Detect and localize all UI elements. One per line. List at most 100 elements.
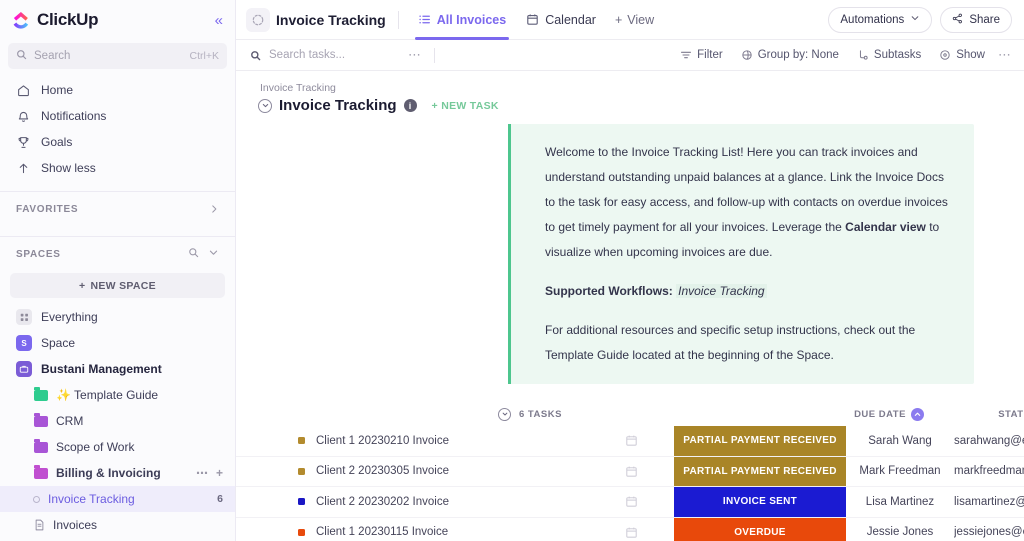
sidebar-item-space[interactable]: S Space [0,330,235,356]
new-task-button[interactable]: + NEW TASK [432,100,499,112]
show-button[interactable]: Show [930,40,994,71]
task-name-cell[interactable]: Client 2 20230202 Invoice [236,487,588,517]
email-value: jessiejones@example [954,526,1024,538]
tab-all-invoices[interactable]: All Invoices [409,0,515,40]
chevron-right-icon[interactable] [209,204,219,214]
clickup-logo[interactable]: ClickUp [12,10,98,30]
share-icon [952,13,963,27]
tab-label: Calendar [545,13,596,27]
home-icon [16,84,30,97]
contact-name-cell[interactable]: Lisa Martinez [846,487,954,517]
sidebar-collapse-icon[interactable]: « [215,13,223,28]
sidebar-item-show-less[interactable]: Show less [0,155,235,181]
sidebar-item-home[interactable]: Home [0,77,235,103]
table-row[interactable]: Client 2 20230305 Invoice PARTIAL PAYMEN… [236,457,1024,488]
automations-button[interactable]: Automations [828,7,932,33]
sidebar-folder-billing-invoicing[interactable]: Billing & Invoicing ⋯ + [0,460,235,486]
sidebar-folder-scope-of-work[interactable]: Scope of Work [0,434,235,460]
calendar-view-icon [526,13,539,26]
search-icon [16,49,27,63]
sidebar-item-notifications[interactable]: Notifications [0,103,235,129]
folder-more-icon[interactable]: ⋯ [196,466,208,480]
sidebar-item-bustani-management[interactable]: Bustani Management [0,356,235,382]
task-name: Client 2 20230305 Invoice [316,465,449,477]
info-icon[interactable]: i [404,99,417,112]
folder-open-icon [34,468,48,479]
view-list-title: Invoice Tracking [276,12,386,28]
sidebar-list-count: 6 [217,493,223,505]
table-row[interactable]: Client 2 20230202 Invoice INVOICE SENT L… [236,487,1024,518]
filterbar-divider [434,48,435,63]
sidebar-folder-crm[interactable]: CRM [0,408,235,434]
table-row[interactable]: Client 1 20230115 Invoice OVERDUE Jessie… [236,518,1024,541]
contact-name-cell[interactable]: Mark Freedman [846,457,954,487]
filter-label: Filter [697,49,723,61]
status-cell[interactable]: PARTIAL PAYMENT RECEIVED [674,457,846,487]
chevron-down-circle-icon[interactable] [498,408,511,421]
contact-name-cell[interactable]: Jessie Jones [846,518,954,541]
sidebar-folder-template-guide[interactable]: ✨ Template Guide [0,382,235,408]
status-cell[interactable]: PARTIAL PAYMENT RECEIVED [674,426,846,456]
briefcase-icon [16,361,32,377]
due-date-cell[interactable] [588,457,674,487]
col-header-due-date[interactable]: DUE DATE [846,408,932,421]
new-space-label: NEW SPACE [90,280,156,292]
email-value: lisamartinez@exampl [954,496,1024,508]
share-button[interactable]: Share [940,7,1012,33]
breadcrumb[interactable]: Invoice Tracking [236,71,1024,94]
task-name-cell[interactable]: Client 2 20230305 Invoice [236,457,588,487]
view-tabs: All Invoices Calendar [409,0,605,40]
chevron-down-icon [910,13,920,26]
subtasks-button[interactable]: Subtasks [848,40,930,71]
email-cell[interactable]: markfreedman@exan [954,457,1024,487]
sidebar-folder-label: Billing & Invoicing [56,466,188,480]
banner-calendar-view-link[interactable]: Calendar view [845,220,926,234]
due-date-cell[interactable] [588,426,674,456]
folder-add-icon[interactable]: + [216,466,223,480]
add-view-button[interactable]: + View [605,13,664,27]
spaces-search-icon[interactable] [188,247,199,261]
task-search-more-icon[interactable]: ⋯ [408,47,422,63]
due-date-cell[interactable] [588,487,674,517]
subtask-icon [857,49,869,61]
tab-calendar[interactable]: Calendar [517,0,605,40]
task-name-cell[interactable]: Client 1 20230210 Invoice [236,426,588,456]
sidebar-list-invoices[interactable]: Invoices [0,512,235,538]
task-group-header[interactable]: 6 TASKS [498,408,562,421]
list-dot-icon [33,496,40,503]
new-space-button[interactable]: + NEW SPACE [10,273,225,298]
due-date-cell[interactable] [588,518,674,541]
col-header-status[interactable]: STATUS [932,409,1024,420]
email-cell[interactable]: sarahwang@example [954,426,1024,456]
filterbar-overflow-icon[interactable]: ⋯ [998,47,1012,63]
clickup-logo-icon [12,11,31,30]
task-status-bullet [298,498,305,505]
status-cell[interactable]: INVOICE SENT [674,487,846,517]
add-view-label: View [627,13,654,27]
spaces-collapse-icon[interactable] [208,247,219,261]
email-cell[interactable]: lisamartinez@exampl [954,487,1024,517]
list-view-icon [418,13,431,26]
contact-name-cell[interactable]: Sarah Wang [846,426,954,456]
status-cell[interactable]: OVERDUE [674,518,846,541]
favorites-section-header[interactable]: FAVORITES [0,192,235,226]
calendar-icon [625,434,638,447]
search-icon [250,50,261,61]
chevron-down-circle-icon[interactable] [258,99,272,113]
task-name-cell[interactable]: Client 1 20230115 Invoice [236,518,588,541]
sidebar-list-invoice-tracking[interactable]: Invoice Tracking 6 [0,486,235,512]
automations-label: Automations [840,14,904,26]
table-row[interactable]: Client 1 20230210 Invoice PARTIAL PAYMEN… [236,426,1024,457]
subtasks-label: Subtasks [874,49,921,61]
banner-workflows-value[interactable]: Invoice Tracking [676,284,766,298]
sort-asc-icon[interactable] [911,408,924,421]
sidebar-item-goals[interactable]: Goals [0,129,235,155]
sidebar-item-everything[interactable]: Everything [0,304,235,330]
email-cell[interactable]: jessiejones@example [954,518,1024,541]
task-search-input[interactable]: Search tasks... [250,49,400,61]
sidebar-search-input[interactable]: Search Ctrl+K [8,43,227,69]
group-by-button[interactable]: Group by: None [732,40,848,71]
brand-name: ClickUp [37,10,98,30]
eye-icon [939,49,951,61]
filter-button[interactable]: Filter [671,40,732,71]
